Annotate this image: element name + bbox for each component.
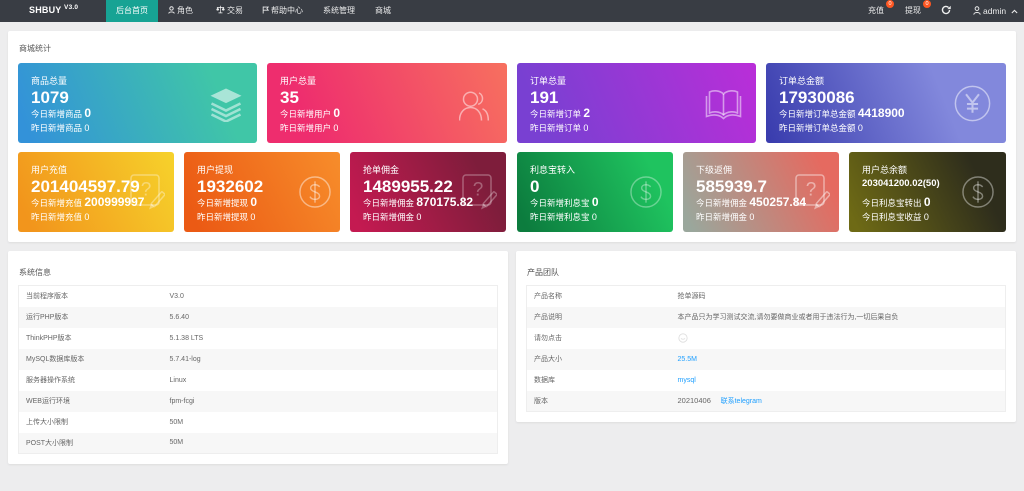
svg-text:?: ? <box>141 180 152 201</box>
svg-text:?: ? <box>806 180 817 201</box>
svg-text:?: ? <box>473 180 484 201</box>
